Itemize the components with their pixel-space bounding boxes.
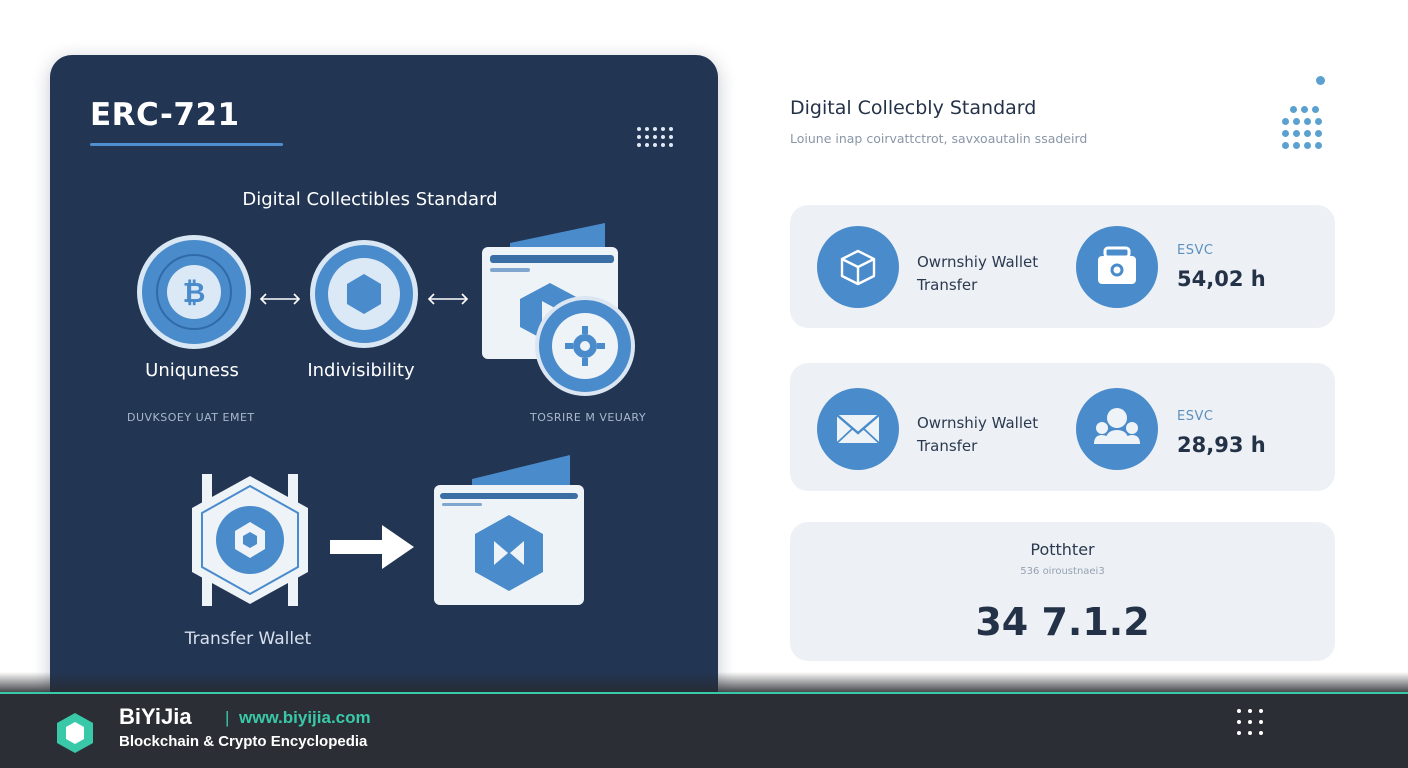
dots-grid-icon (1237, 709, 1265, 737)
wallet-icon (434, 455, 584, 605)
brand-name: BiYiJia (119, 704, 192, 729)
bitcoin-coin-icon: ₿ (137, 235, 251, 349)
card-label: Owrnshiy Wallet Transfer (917, 253, 1039, 294)
wallet-gear-icon (482, 223, 635, 396)
footer-bar: BiYiJia | www.biyijia.com Blockchain & C… (0, 692, 1408, 768)
decorative-dots-icon (1282, 106, 1326, 150)
brand-url-link[interactable]: www.biyijia.com (239, 708, 371, 728)
panel-title: ERC-721 (90, 97, 240, 133)
potential-subtitle: 536 oiroustnaei3 (1020, 566, 1105, 577)
brand-separator: | (225, 708, 230, 727)
users-icon (1076, 388, 1158, 470)
brand-tagline: Blockchain & Crypto Encyclopedia (119, 733, 368, 750)
title-underline (90, 143, 283, 146)
section-subtitle: Loiune inap coirvattctrot, savxoautalin … (790, 131, 1088, 146)
bidirectional-arrow-icon (427, 293, 469, 305)
section-title: Digital Collecbly Standard (790, 97, 1037, 119)
arrow-right-icon (330, 525, 414, 569)
lock-icon (1076, 226, 1158, 308)
card-badge: ESVC (1177, 243, 1214, 258)
uniqueness-label: Uniquness (145, 360, 239, 381)
caption-right: TOSRIRE M VEUARY (530, 411, 647, 424)
card-value: 54,02 h (1177, 267, 1266, 291)
potential-title: Potthter (1030, 540, 1095, 559)
hexagon-token-icon (310, 240, 418, 348)
erc721-panel: ERC-721 Digital Collectibles Standard ₿ (50, 55, 718, 712)
svg-text:₿: ₿ (183, 276, 206, 309)
potential-value: 34 7.1.2 (975, 600, 1150, 644)
stat-card: Owrnshiy Wallet Transfer ESVC 54,02 h (790, 205, 1335, 328)
transfer-wallet-label: Transfer Wallet (184, 629, 312, 649)
accent-dot (1316, 76, 1325, 85)
potential-card: Potthter 536 oiroustnaei3 34 7.1.2 (790, 522, 1335, 661)
hexagon-logo-icon (57, 713, 93, 753)
envelope-icon (817, 388, 899, 470)
footer-fade (0, 672, 1408, 692)
card-badge: ESVC (1177, 409, 1214, 424)
card-label: Owrnshiy Wallet Transfer (917, 414, 1039, 455)
bidirectional-arrow-icon (259, 293, 301, 305)
caption-left: DUVKSOEY UAT EMET (127, 411, 255, 424)
nft-token-icon (192, 474, 308, 606)
card-value: 28,93 h (1177, 433, 1266, 457)
cube-icon (817, 226, 899, 308)
indivisibility-label: Indivisibility (307, 360, 415, 381)
panel-subtitle: Digital Collectibles Standard (242, 189, 498, 210)
dots-menu-icon (637, 127, 675, 151)
stat-card: Owrnshiy Wallet Transfer ESVC 28,93 h (790, 363, 1335, 491)
